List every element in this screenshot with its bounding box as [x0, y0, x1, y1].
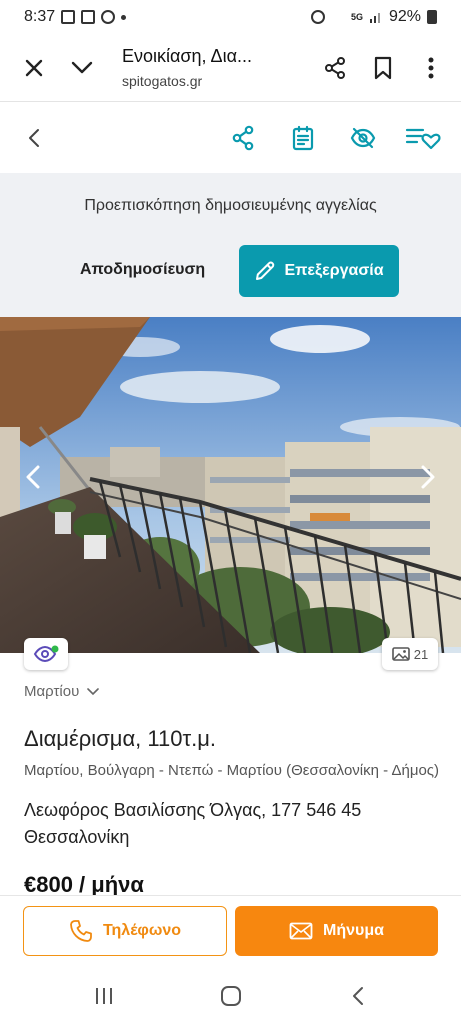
signal-icon [369, 13, 380, 23]
listing-title: Διαμέρισμα, 110τ.μ. [24, 726, 217, 751]
share-icon [232, 125, 254, 151]
system-back-button[interactable] [333, 976, 383, 1016]
close-icon [25, 59, 43, 76]
status-right: 5G 92% [310, 8, 437, 26]
phone-label: Τηλέφωνο [102, 922, 182, 939]
next-photo-button[interactable] [413, 455, 443, 499]
balcony-photo [0, 317, 461, 653]
listing-location: Μαρτίου, Βούλγαρη - Ντεπώ - Μαρτίου (Θεσ… [24, 762, 440, 779]
more-options-button[interactable] [407, 44, 455, 92]
hide-listing-button[interactable] [339, 114, 387, 162]
area-label: Μαρτίου [24, 683, 80, 700]
edit-label: Επεξεργασία [284, 262, 384, 279]
phone-button[interactable]: Τηλέφωνο [23, 906, 227, 956]
chevron-down-icon [87, 687, 100, 695]
eye-off-icon [350, 127, 376, 149]
envelope-icon [289, 922, 313, 940]
calendar-notification-icon [81, 10, 96, 24]
photo-count-badge[interactable]: 21 [382, 638, 438, 670]
add-to-list-button[interactable] [399, 114, 447, 162]
back-button[interactable] [12, 116, 56, 160]
chevron-down-icon [71, 61, 93, 73]
network-type: 5G [350, 12, 363, 22]
share-icon [325, 56, 345, 79]
close-button[interactable] [10, 44, 58, 92]
battery-percent: 92% [388, 8, 421, 25]
bookmark-button[interactable] [359, 44, 407, 92]
notes-icon [292, 125, 314, 151]
home-icon [220, 985, 241, 1006]
views-badge[interactable] [24, 638, 68, 670]
area-selector[interactable]: Μαρτίου [24, 683, 100, 700]
status-left: 8:37 [24, 8, 127, 26]
pencil-icon [256, 261, 275, 280]
chevron-left-icon [26, 465, 40, 489]
message-button[interactable]: Μήνυμα [235, 906, 438, 956]
page-domain: spitogatos.gr [122, 73, 203, 89]
message-label: Μήνυμα [323, 922, 384, 939]
bookmark-icon [374, 56, 392, 79]
system-nav-bar [0, 967, 461, 1024]
gallery-notification-icon [61, 10, 76, 24]
battery-icon [427, 10, 437, 24]
notes-button[interactable] [279, 114, 327, 162]
contact-bar: Τηλέφωνο Μήνυμα [0, 895, 461, 967]
share-listing-button[interactable] [219, 114, 267, 162]
more-vert-icon [428, 57, 434, 78]
browser-title-area[interactable]: Ενοικίαση, Δια... spitogatos.gr [106, 46, 311, 89]
viber-notification-icon [101, 10, 116, 24]
photo-count: 21 [413, 646, 429, 662]
mute-icon [331, 10, 345, 24]
listing-actions [219, 114, 447, 162]
status-time: 8:37 [24, 8, 56, 25]
minimize-button[interactable] [58, 44, 106, 92]
chevron-left-icon [29, 129, 39, 147]
listing-address: Λεωφόρος Βασιλίσσης Όλγας, 177 546 45 Θε… [24, 800, 362, 847]
browser-toolbar: Ενοικίαση, Δια... spitogatos.gr [0, 34, 461, 102]
more-notifications-icon [121, 14, 127, 20]
phone-icon [70, 920, 92, 942]
preview-panel: Προεπισκόπηση δημοσιευμένης αγγελίας Απο… [0, 173, 461, 317]
previous-photo-button[interactable] [18, 455, 48, 499]
unpublish-button[interactable]: Αποδημοσίευση [80, 261, 205, 279]
listing-photo[interactable] [0, 317, 461, 653]
share-button[interactable] [311, 44, 359, 92]
back-icon [352, 986, 363, 1005]
recent-apps-icon [95, 987, 112, 1004]
image-icon [391, 647, 410, 661]
chevron-right-icon [421, 465, 435, 489]
home-button[interactable] [206, 976, 256, 1016]
eye-icon [33, 645, 59, 663]
recent-apps-button[interactable] [79, 976, 129, 1016]
status-bar: 8:37 5G 92% [0, 0, 461, 34]
edit-button[interactable]: Επεξεργασία [239, 245, 399, 297]
page-title: Ενοικίαση, Δια... [122, 46, 252, 66]
list-heart-icon [405, 128, 441, 150]
preview-notice: Προεπισκόπηση δημοσιευμένης αγγελίας [84, 197, 377, 214]
listing-toolbar [0, 103, 461, 173]
alarm-icon [310, 10, 325, 24]
